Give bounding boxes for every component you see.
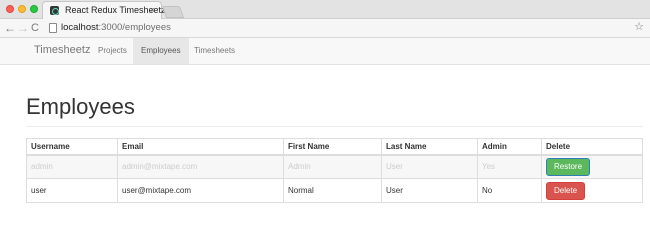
nav-item-employees[interactable]: Employees	[133, 38, 189, 64]
employees-table: Username Email First Name Last Name Admi…	[26, 138, 643, 203]
page-info-icon[interactable]	[49, 23, 57, 33]
table-header-row: Username Email First Name Last Name Admi…	[26, 138, 643, 156]
tab-close-icon[interactable]: ×	[150, 5, 155, 15]
window-close-button[interactable]	[6, 5, 14, 13]
react-favicon-icon	[50, 6, 59, 15]
bookmark-star-icon[interactable]: ☆	[634, 20, 644, 33]
cell-action: Delete	[541, 178, 643, 203]
window-zoom-button[interactable]	[30, 5, 38, 13]
cell-email: user@mixtape.com	[117, 178, 284, 203]
cell-username: user	[26, 178, 118, 203]
new-tab-button[interactable]	[161, 6, 185, 18]
column-header-delete: Delete	[541, 138, 643, 156]
cell-username: admin	[26, 154, 118, 179]
restore-button[interactable]: Restore	[546, 157, 591, 176]
address-bar[interactable]: localhost:3000/employees	[61, 22, 171, 33]
column-header-first-name: First Name	[283, 138, 382, 156]
column-header-email: Email	[117, 138, 284, 156]
forward-arrow-icon[interactable]: →	[17, 20, 29, 36]
title-divider	[26, 126, 643, 127]
column-header-last-name: Last Name	[381, 138, 478, 156]
url-host: localhost	[61, 22, 99, 33]
browser-toolbar: ← → C localhost:3000/employees ☆	[0, 19, 650, 38]
column-header-admin: Admin	[477, 138, 542, 156]
navbar-brand[interactable]: Timesheetz	[34, 44, 90, 56]
cell-admin: No	[477, 178, 542, 203]
url-path: :3000/employees	[98, 22, 171, 33]
delete-button[interactable]: Delete	[546, 181, 586, 200]
page-title: Employees	[26, 94, 135, 119]
table-row: user user@mixtape.com Normal User No Del…	[26, 178, 643, 203]
window-minimize-button[interactable]	[18, 5, 26, 13]
nav-item-timesheets[interactable]: Timesheets	[186, 38, 243, 64]
cell-last-name: User	[381, 178, 478, 203]
reload-icon[interactable]: C	[31, 20, 39, 36]
app-navbar: Timesheetz Projects Employees Timesheets	[0, 38, 650, 65]
browser-titlebar: React Redux Timesheetz ×	[0, 0, 650, 20]
cell-last-name: User	[381, 154, 478, 179]
browser-tab[interactable]: React Redux Timesheetz ×	[42, 1, 166, 20]
nav-item-projects[interactable]: Projects	[90, 38, 135, 64]
table-row: admin admin@mixtape.com Admin User Yes R…	[26, 154, 643, 179]
cell-action: Restore	[541, 154, 643, 179]
cell-email: admin@mixtape.com	[117, 154, 284, 179]
back-arrow-icon[interactable]: ←	[4, 20, 16, 36]
column-header-username: Username	[26, 138, 118, 156]
cell-first-name: Normal	[283, 178, 382, 203]
cell-admin: Yes	[477, 154, 542, 179]
cell-first-name: Admin	[283, 154, 382, 179]
